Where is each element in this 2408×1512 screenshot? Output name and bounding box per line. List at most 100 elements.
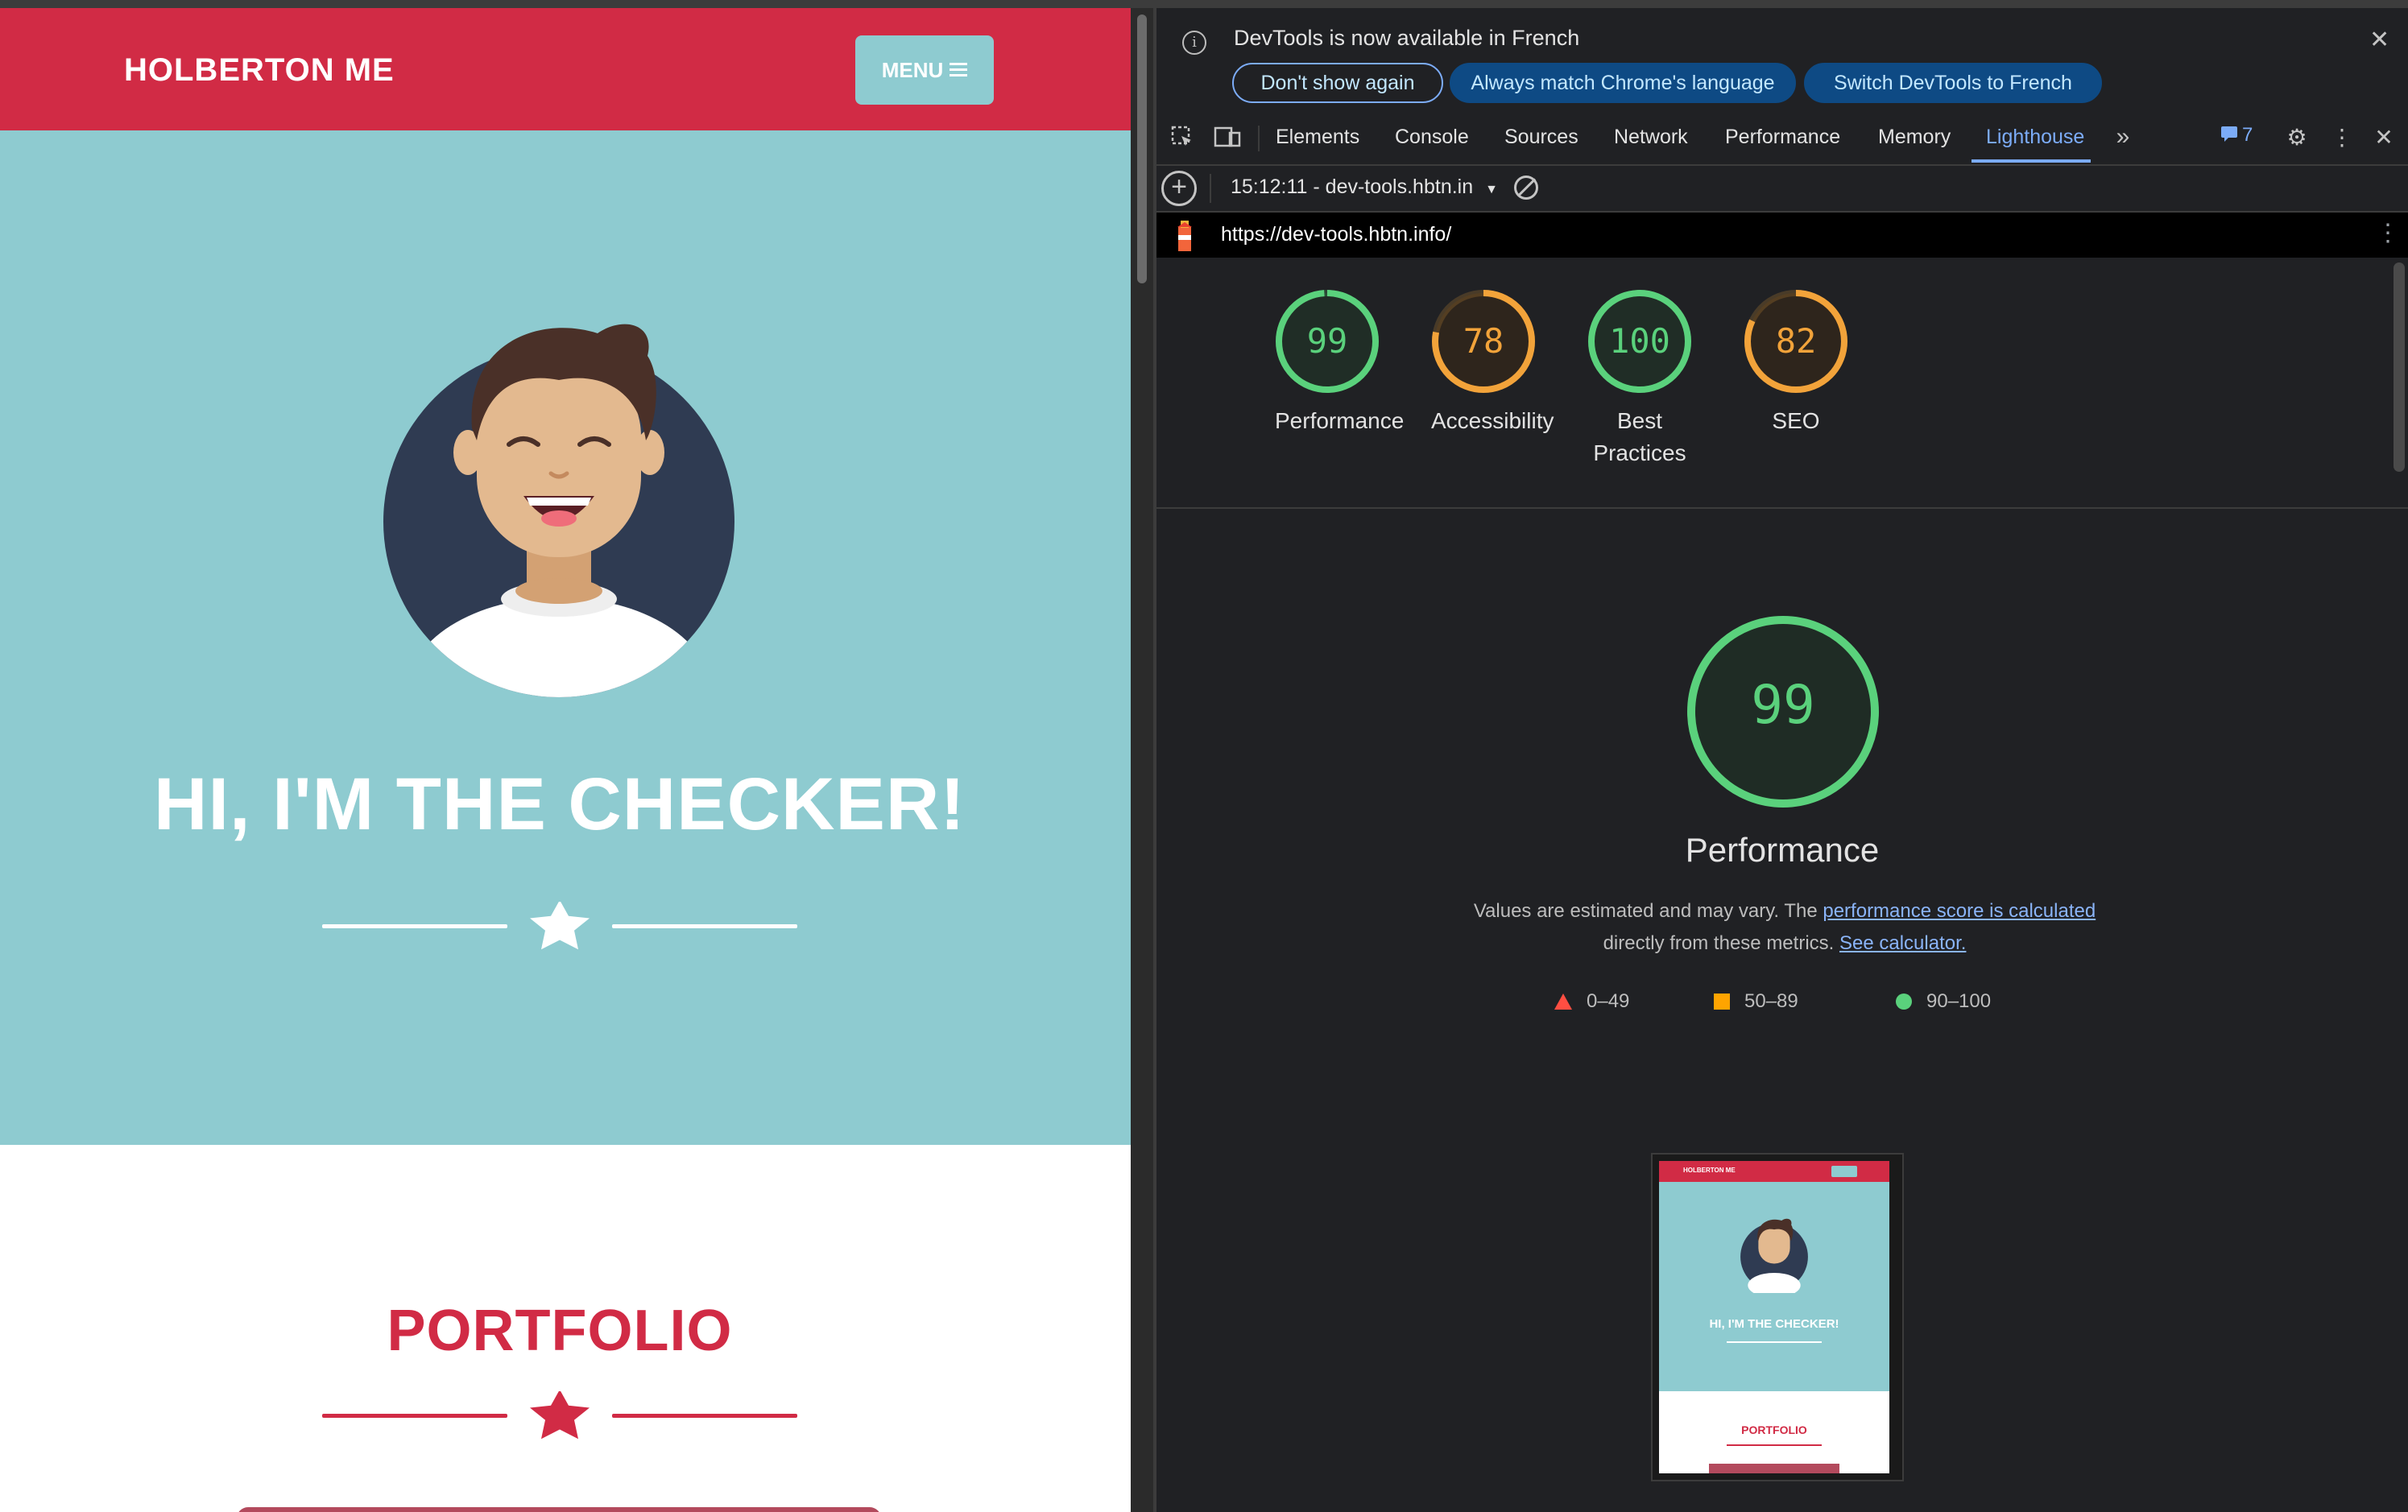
inspect-element-icon[interactable] [1166,121,1198,153]
triangle-icon [1554,994,1572,1010]
report-menu-icon[interactable]: ⋮ [2376,219,2400,247]
gauge-value: 100 [1609,321,1670,361]
tab-performance[interactable]: Performance [1725,126,1840,149]
devtools-scrollbar[interactable] [2394,262,2405,472]
close-devtools-icon[interactable]: ✕ [2368,121,2400,153]
gauge-value: 78 [1463,321,1504,361]
site-header: HOLBERTON ME MENU [0,8,1131,130]
info-icon: i [1182,31,1206,55]
square-icon [1714,994,1730,1010]
dont-show-again-button[interactable]: Don't show again [1232,63,1443,103]
page-screenshot-thumbnail[interactable]: HOLBERTON ME HI, I'M THE CHECKER! PORTFO… [1651,1153,1904,1481]
tab-memory[interactable]: Memory [1878,126,1951,149]
report-url[interactable]: https://dev-tools.hbtn.info/ [1221,223,1451,246]
thumbnail-hero-title: HI, I'M THE CHECKER! [1709,1317,1839,1331]
site-brand[interactable]: HOLBERTON ME [124,52,395,89]
performance-title: Performance [1685,831,1880,869]
tab-console[interactable]: Console [1395,126,1469,149]
hero-section: HI, I'M THE CHECKER! [0,130,1131,1145]
thumbnail-hero: HI, I'M THE CHECKER! [1659,1182,1889,1391]
avatar-illustration [383,324,734,697]
kebab-menu-icon[interactable]: ⋮ [2326,121,2358,153]
settings-gear-icon[interactable]: ⚙ [2281,121,2313,153]
desc-mid: directly from these metrics. [1603,932,1839,954]
close-icon[interactable]: ✕ [2369,26,2389,54]
performance-description: Values are estimated and may vary. The p… [1463,895,2107,960]
legend-average: 50–89 [1714,990,1798,1013]
switch-to-french-button[interactable]: Switch DevTools to French [1804,63,2102,103]
hamburger-icon [950,58,968,83]
scrollbar-thumb[interactable] [1137,14,1147,283]
legend-pass-range: 90–100 [1926,990,1992,1012]
gauge-ring: 99 [1276,290,1379,393]
report-url-bar: https://dev-tools.hbtn.info/ ⋮ [1156,213,2408,258]
star-icon [530,1391,590,1440]
portfolio-section: PORTFOLIO [0,1145,1131,1512]
menu-button[interactable]: MENU [855,35,994,105]
tab-sources[interactable]: Sources [1504,126,1578,149]
score-gauge-accessibility[interactable]: 78 Accessibility [1403,287,1564,437]
report-select-value: 15:12:11 - dev-tools.hbtn.in [1231,176,1474,198]
gauge-value: 82 [1776,321,1817,361]
thumbnail-avatar [1740,1218,1808,1293]
gauge-ring: 78 [1432,290,1535,393]
issues-count: 7 [2242,124,2253,146]
legend-fail-range: 0–49 [1587,990,1630,1012]
score-gauge-performance[interactable]: 99 Performance [1247,287,1408,437]
new-report-plus-icon[interactable]: + [1161,171,1197,206]
gauge-ring: 100 [1588,290,1691,393]
menu-label: MENU [881,57,944,82]
toolbar-separator [1258,126,1260,151]
tab-lighthouse[interactable]: Lighthouse [1986,126,2084,149]
page-scrollbar[interactable] [1131,8,1153,1512]
infobar-message: DevTools is now available in French [1234,26,1580,50]
website-viewport: HOLBERTON ME MENU HI, I'M THE CHECKER! P… [0,8,1131,1512]
always-match-language-button[interactable]: Always match Chrome's language [1450,63,1796,103]
thumbnail-brand: HOLBERTON ME [1683,1167,1736,1174]
portfolio-card-top[interactable] [237,1507,881,1512]
performance-score-link[interactable]: performance score is calculated [1823,900,2096,922]
dropdown-arrow-icon: ▼ [1485,183,1498,196]
window-top-strip [0,0,2408,8]
report-select[interactable]: 15:12:11 - dev-tools.hbtn.in ▼ [1231,176,1498,199]
devtools-panel: i DevTools is now available in French Do… [1156,8,2408,1512]
lighthouse-logo-icon [1177,221,1192,251]
devtools-tabbar: Elements Console Sources Network Perform… [1156,113,2408,166]
portfolio-divider [322,1391,797,1440]
thumbnail-portfolio-title: PORTFOLIO [1741,1423,1807,1436]
clear-reports-icon[interactable] [1514,176,1538,200]
hero-title: HI, I'M THE CHECKER! [154,763,966,845]
thumbnail-page: HOLBERTON ME HI, I'M THE CHECKER! PORTFO… [1659,1161,1889,1473]
circle-icon [1896,994,1912,1010]
thumbnail-portfolio-card [1709,1464,1839,1473]
star-icon [530,902,590,950]
big-performance-gauge: 99 [1687,616,1879,808]
thumbnail-divider [1727,1341,1822,1343]
gauge-label: Performance [1275,408,1405,433]
issues-counter[interactable]: 7 [2220,124,2253,147]
gauge-value: 99 [1307,321,1348,361]
gauge-ring: 82 [1744,290,1847,393]
desc-prefix: Values are estimated and may vary. The [1473,900,1823,922]
gauge-label: Best Practices [1593,408,1686,465]
active-tab-indicator [1971,159,2091,163]
tab-elements[interactable]: Elements [1276,126,1359,149]
score-gauge-seo[interactable]: 82 SEO [1715,287,1876,437]
thumbnail-header: HOLBERTON ME [1659,1161,1889,1182]
big-gauge-value: 99 [1751,674,1814,736]
tab-network[interactable]: Network [1614,126,1688,149]
legend-fail: 0–49 [1554,990,1629,1013]
gauge-label: SEO [1772,408,1820,433]
language-infobar: i DevTools is now available in French Do… [1156,8,2408,111]
hero-divider [322,902,797,950]
thumbnail-menu-button [1831,1166,1857,1177]
legend-average-range: 50–89 [1744,990,1798,1012]
gauge-label: Accessibility [1431,408,1554,433]
device-toolbar-icon[interactable] [1211,121,1243,153]
see-calculator-link[interactable]: See calculator. [1839,932,1966,954]
legend-pass: 90–100 [1896,990,1991,1013]
thumbnail-portfolio-divider [1727,1444,1822,1446]
performance-detail: 99 Performance Values are estimated and … [1156,509,2408,1512]
score-gauge-best-practices[interactable]: 100 Best Practices [1559,287,1720,469]
more-tabs-icon[interactable]: » [2107,121,2139,153]
